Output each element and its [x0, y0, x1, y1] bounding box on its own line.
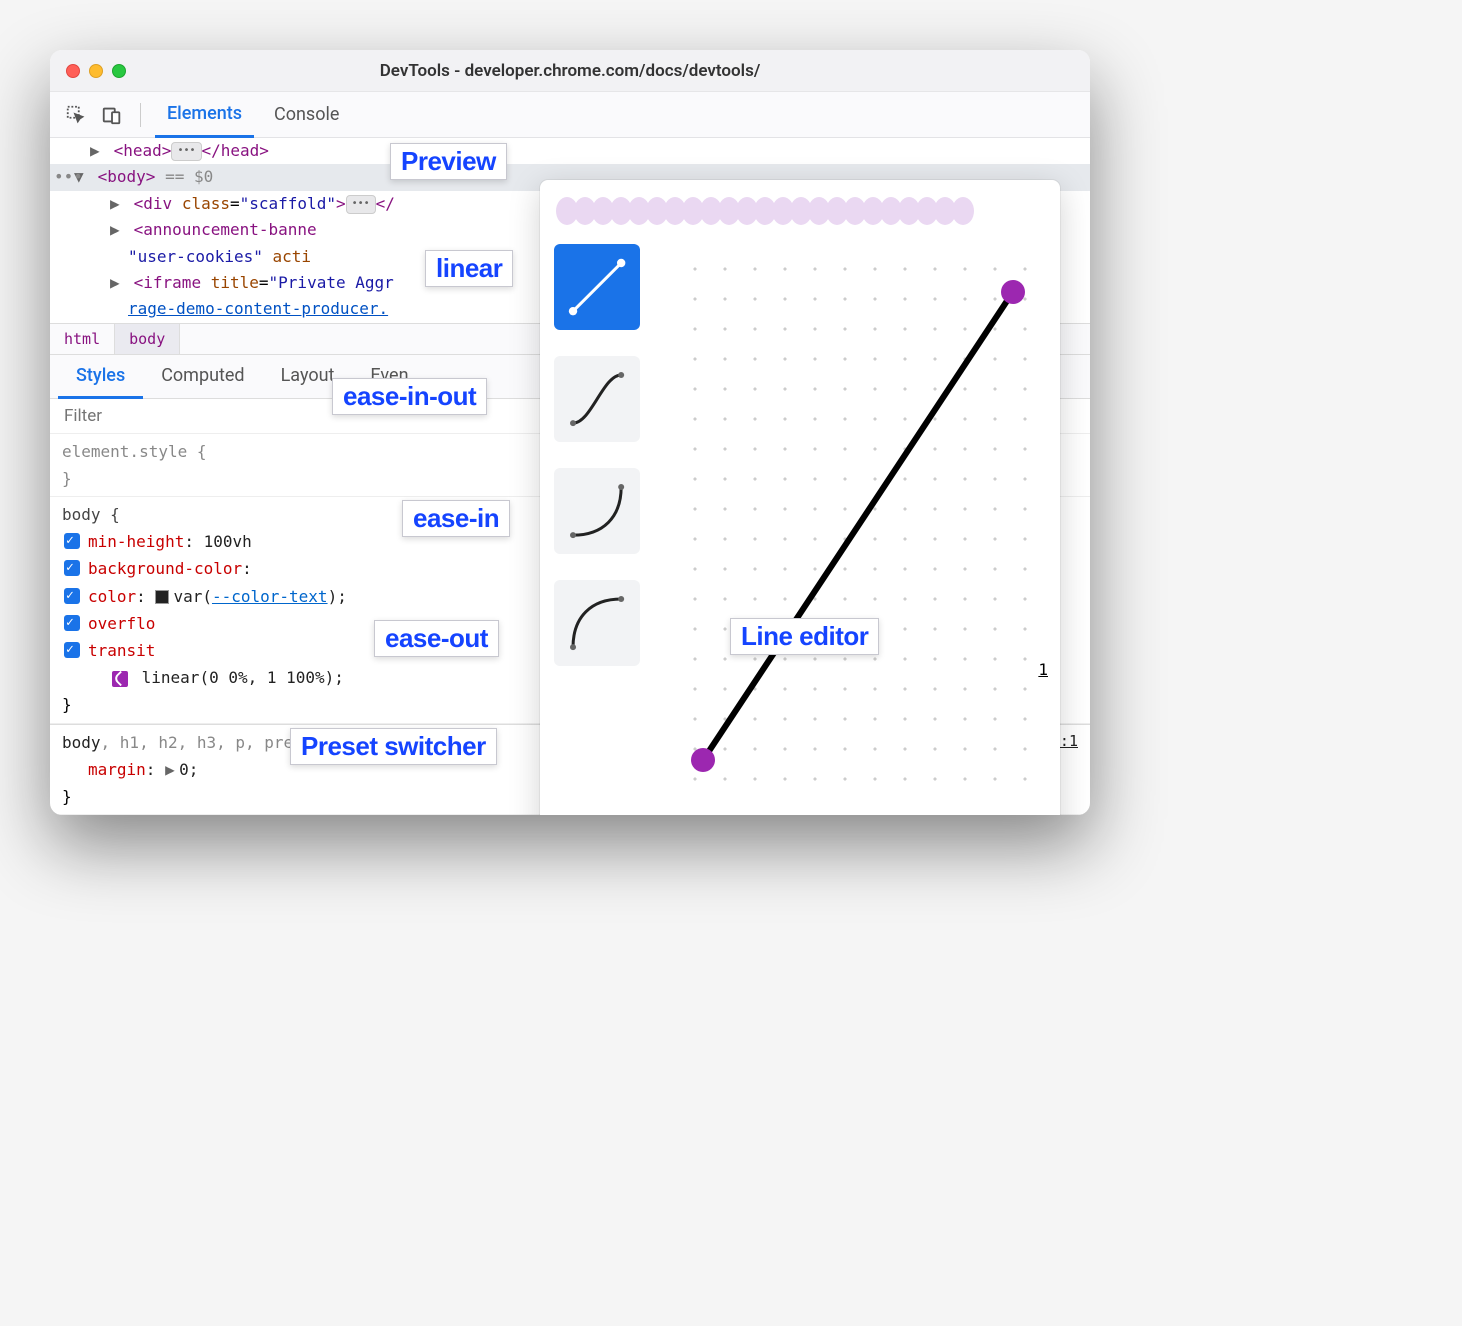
close-window-button[interactable]: [66, 64, 80, 78]
ellipsis-icon: •••: [54, 164, 83, 190]
checkbox-icon[interactable]: [64, 642, 80, 658]
device-toggle-icon[interactable]: [98, 101, 126, 129]
preset-ease-in-out[interactable]: [554, 356, 640, 442]
expand-icon[interactable]: ▶: [110, 191, 124, 217]
easing-editor-popover: 1: [540, 180, 1060, 815]
color-swatch-icon[interactable]: [155, 590, 169, 604]
dom-announcement[interactable]: <announcement-banne: [134, 220, 317, 239]
checkbox-icon[interactable]: [64, 615, 80, 631]
checkbox-icon[interactable]: [64, 560, 80, 576]
tab-console[interactable]: Console: [262, 92, 351, 137]
preset-ease-out[interactable]: [554, 580, 640, 666]
preset-ease-in[interactable]: [554, 468, 640, 554]
callout-line-editor: Line editor: [730, 618, 879, 655]
callout-preset-switcher: Preset switcher: [290, 728, 497, 765]
curve-handle-end[interactable]: [1001, 280, 1025, 304]
expand-icon[interactable]: ▶: [90, 138, 104, 164]
ellipsis-icon[interactable]: •••: [346, 195, 376, 214]
curve-handle-start[interactable]: [691, 748, 715, 772]
dom-body-tag[interactable]: <body>: [98, 167, 156, 186]
callout-preview: Preview: [390, 143, 507, 180]
dom-head-open[interactable]: <head>: [114, 141, 172, 160]
checkbox-icon[interactable]: [64, 588, 80, 604]
breadcrumb-body[interactable]: body: [115, 324, 180, 354]
window-title: DevTools - developer.chrome.com/docs/dev…: [380, 61, 761, 81]
content-area: ▶ <head>•••</head> ••• ▼ <body> == $0 ▶ …: [50, 138, 1090, 815]
easing-value[interactable]: linear(0 0%, 1 100%);: [142, 668, 344, 687]
callout-ease-in-out: ease-in-out: [332, 378, 487, 415]
tab-elements[interactable]: Elements: [155, 93, 254, 138]
preset-column: [554, 238, 654, 815]
ellipsis-icon[interactable]: •••: [171, 142, 201, 161]
window-controls: [66, 64, 126, 78]
expand-icon[interactable]: ▶: [110, 270, 124, 296]
devtools-window: DevTools - developer.chrome.com/docs/dev…: [50, 50, 1090, 815]
callout-ease-in: ease-in: [402, 500, 510, 537]
filter-input[interactable]: [62, 405, 262, 427]
easing-swatch-icon[interactable]: [112, 671, 128, 687]
zoom-window-button[interactable]: [112, 64, 126, 78]
minimize-window-button[interactable]: [89, 64, 103, 78]
expand-icon[interactable]: ▶: [110, 217, 124, 243]
callout-ease-out: ease-out: [374, 620, 499, 657]
inspect-element-icon[interactable]: [62, 101, 90, 129]
main-toolbar: Elements Console: [50, 92, 1090, 138]
dom-head-close[interactable]: </head>: [202, 141, 269, 160]
curve-canvas[interactable]: [674, 248, 1042, 804]
checkbox-icon[interactable]: [64, 533, 80, 549]
toolbar-separator: [140, 103, 141, 127]
callout-linear: linear: [425, 250, 513, 287]
dom-iframe-src[interactable]: rage-demo-content-producer.: [128, 299, 388, 318]
titlebar: DevTools - developer.chrome.com/docs/dev…: [50, 50, 1090, 92]
preset-linear[interactable]: [554, 244, 640, 330]
tab-computed[interactable]: Computed: [143, 355, 262, 398]
tab-styles[interactable]: Styles: [58, 355, 143, 399]
breadcrumb-html[interactable]: html: [50, 324, 115, 354]
dom-body-eq: == $0: [165, 167, 213, 186]
animation-preview: [554, 194, 1046, 228]
